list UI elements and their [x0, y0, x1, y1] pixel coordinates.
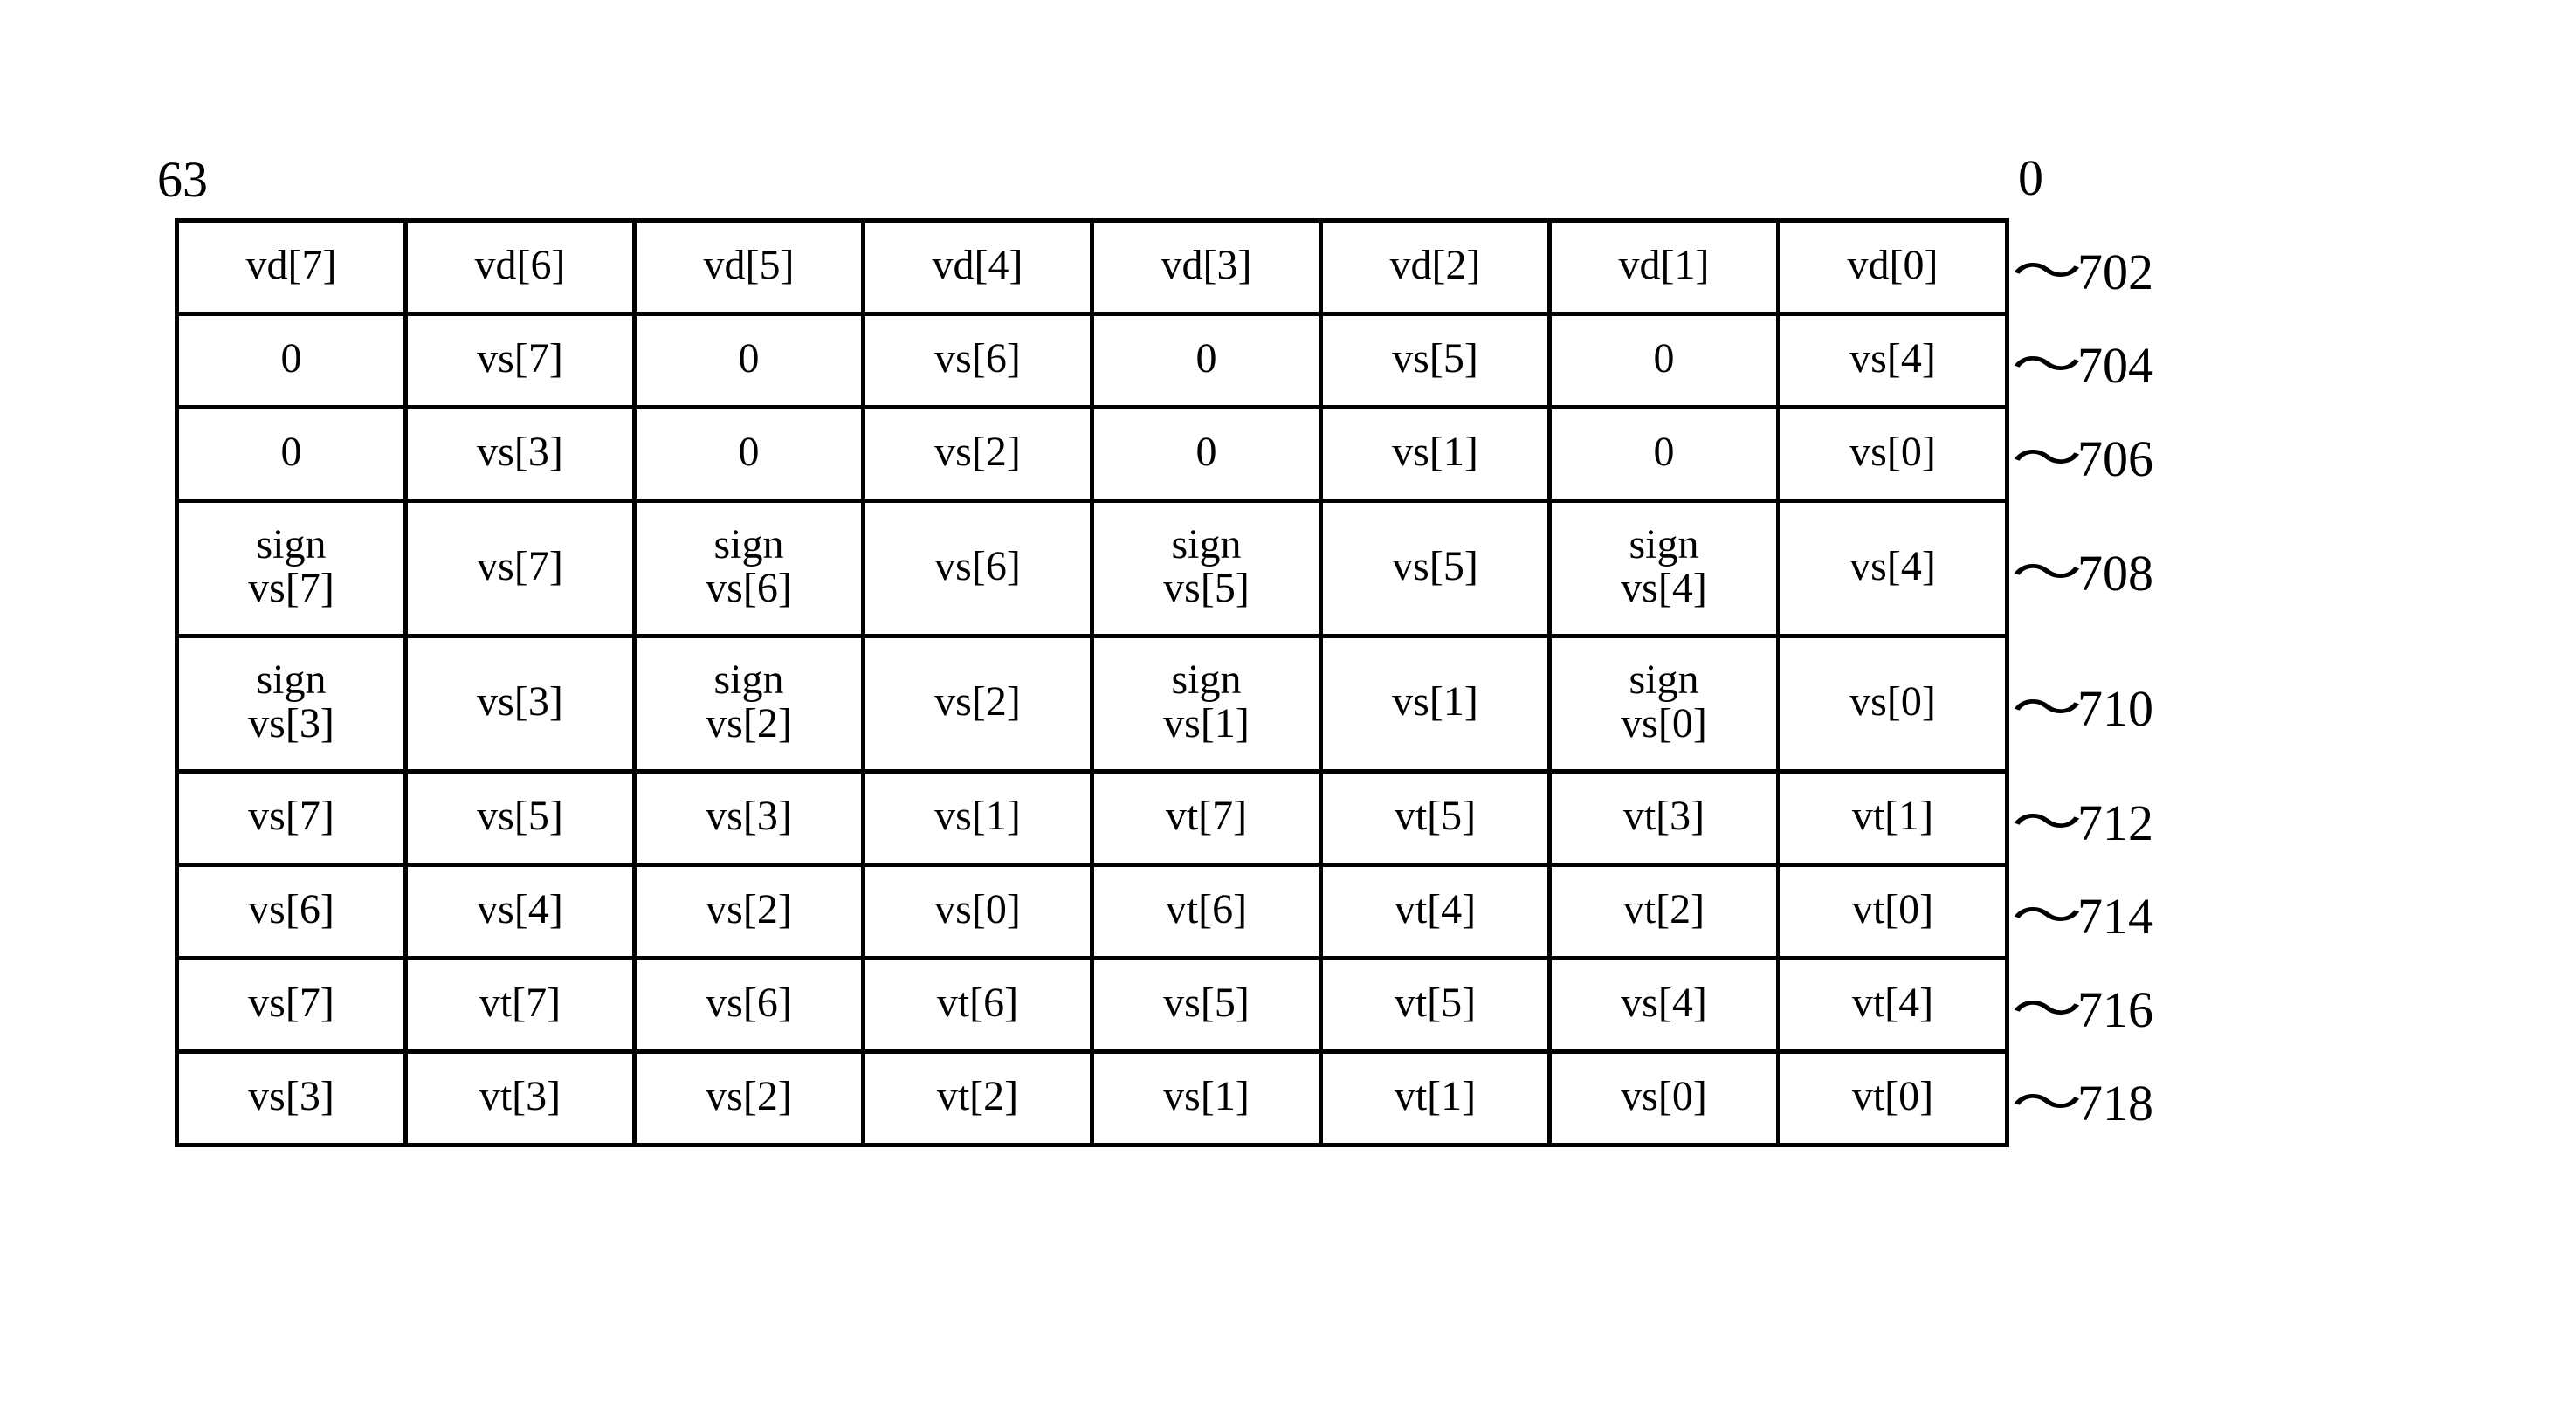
register-cell: vs[4] — [1779, 501, 2008, 636]
register-cell: vs[1] — [1321, 636, 1550, 772]
register-cell: 0 — [635, 408, 864, 501]
table-row: signvs[3]vs[3]signvs[2]vs[2]signvs[1]vs[… — [177, 636, 2208, 772]
register-cell: vs[7] — [177, 959, 406, 1052]
table-row: vs[7]vs[5]vs[3]vs[1]vt[7]vt[5]vt[3]vt[1]… — [177, 772, 2208, 865]
register-cell: vt[5] — [1321, 959, 1550, 1052]
register-cell: vd[4] — [864, 221, 1092, 314]
register-cell: vs[3] — [177, 1052, 406, 1145]
row-ref-label: 〜712 — [2008, 772, 2208, 865]
register-cell: 0 — [177, 408, 406, 501]
register-cell: vs[5] — [1321, 314, 1550, 408]
register-cell: vs[4] — [1550, 959, 1779, 1052]
row-ref-label: 〜710 — [2008, 636, 2208, 772]
bit-index-msb: 63 — [157, 150, 208, 209]
register-cell: signvs[0] — [1550, 636, 1779, 772]
register-cell: vs[7] — [406, 501, 635, 636]
register-cell: vs[3] — [406, 408, 635, 501]
row-ref-label: 〜714 — [2008, 865, 2208, 959]
register-cell: signvs[4] — [1550, 501, 1779, 636]
register-cell: vs[2] — [635, 1052, 864, 1145]
register-cell: vs[4] — [406, 865, 635, 959]
table-row: vs[7]vt[7]vs[6]vt[6]vs[5]vt[5]vs[4]vt[4]… — [177, 959, 2208, 1052]
register-cell: vd[2] — [1321, 221, 1550, 314]
register-cell: vs[7] — [177, 772, 406, 865]
register-cell: vt[6] — [1092, 865, 1321, 959]
register-cell: vt[3] — [1550, 772, 1779, 865]
register-cell: signvs[5] — [1092, 501, 1321, 636]
register-cell: vs[1] — [864, 772, 1092, 865]
register-table: vd[7]vd[6]vd[5]vd[4]vd[3]vd[2]vd[1]vd[0]… — [175, 218, 2210, 1147]
register-cell: vs[2] — [864, 408, 1092, 501]
register-cell: vt[6] — [864, 959, 1092, 1052]
register-cell: vd[7] — [177, 221, 406, 314]
register-cell: vs[6] — [635, 959, 864, 1052]
register-cell: vd[0] — [1779, 221, 2008, 314]
register-cell: signvs[3] — [177, 636, 406, 772]
register-cell: vt[7] — [406, 959, 635, 1052]
register-cell: vd[1] — [1550, 221, 1779, 314]
register-cell: signvs[6] — [635, 501, 864, 636]
row-ref-label: 〜704 — [2008, 314, 2208, 408]
register-cell: vt[4] — [1779, 959, 2008, 1052]
register-cell: signvs[2] — [635, 636, 864, 772]
row-ref-label: 〜716 — [2008, 959, 2208, 1052]
table-row: signvs[7]vs[7]signvs[6]vs[6]signvs[5]vs[… — [177, 501, 2208, 636]
row-ref-label: 〜718 — [2008, 1052, 2208, 1145]
register-cell: vd[5] — [635, 221, 864, 314]
register-cell: signvs[7] — [177, 501, 406, 636]
register-cell: 0 — [177, 314, 406, 408]
register-cell: vs[6] — [864, 314, 1092, 408]
register-cell: vs[6] — [864, 501, 1092, 636]
register-cell: 0 — [1092, 314, 1321, 408]
register-cell: vs[0] — [1779, 408, 2008, 501]
register-cell: vd[3] — [1092, 221, 1321, 314]
register-cell: vd[6] — [406, 221, 635, 314]
table-row: vd[7]vd[6]vd[5]vd[4]vd[3]vd[2]vd[1]vd[0]… — [177, 221, 2208, 314]
register-cell: vs[0] — [1779, 636, 2008, 772]
register-cell: vs[4] — [1779, 314, 2008, 408]
register-cell: vt[1] — [1321, 1052, 1550, 1145]
bit-index-lsb: 0 — [2018, 148, 2043, 207]
register-cell: vt[0] — [1779, 865, 2008, 959]
register-cell: vs[5] — [406, 772, 635, 865]
register-cell: vt[1] — [1779, 772, 2008, 865]
register-cell: vs[3] — [406, 636, 635, 772]
register-diagram: 63 0 vd[7]vd[6]vd[5]vd[4]vd[3]vd[2]vd[1]… — [175, 218, 2218, 1147]
register-cell: vs[1] — [1321, 408, 1550, 501]
row-ref-label: 〜708 — [2008, 501, 2208, 636]
table-row: vs[3]vt[3]vs[2]vt[2]vs[1]vt[1]vs[0]vt[0]… — [177, 1052, 2208, 1145]
register-cell: 0 — [1550, 314, 1779, 408]
register-cell: vt[3] — [406, 1052, 635, 1145]
register-cell: vs[0] — [1550, 1052, 1779, 1145]
register-cell: vt[2] — [1550, 865, 1779, 959]
register-cell: vs[3] — [635, 772, 864, 865]
register-cell: 0 — [635, 314, 864, 408]
register-cell: vs[0] — [864, 865, 1092, 959]
register-cell: vs[6] — [177, 865, 406, 959]
register-cell: vs[2] — [864, 636, 1092, 772]
register-cell: vt[7] — [1092, 772, 1321, 865]
register-cell: vs[5] — [1092, 959, 1321, 1052]
register-cell: vt[5] — [1321, 772, 1550, 865]
register-cell: vs[2] — [635, 865, 864, 959]
register-cell: 0 — [1092, 408, 1321, 501]
register-cell: vs[7] — [406, 314, 635, 408]
register-cell: signvs[1] — [1092, 636, 1321, 772]
register-cell: vt[4] — [1321, 865, 1550, 959]
row-ref-label: 〜706 — [2008, 408, 2208, 501]
register-cell: 0 — [1550, 408, 1779, 501]
table-row: 0vs[3]0vs[2]0vs[1]0vs[0]〜706 — [177, 408, 2208, 501]
register-cell: vs[1] — [1092, 1052, 1321, 1145]
row-ref-label: 〜702 — [2008, 221, 2208, 314]
register-cell: vt[0] — [1779, 1052, 2008, 1145]
register-cell: vt[2] — [864, 1052, 1092, 1145]
register-cell: vs[5] — [1321, 501, 1550, 636]
table-row: vs[6]vs[4]vs[2]vs[0]vt[6]vt[4]vt[2]vt[0]… — [177, 865, 2208, 959]
table-row: 0vs[7]0vs[6]0vs[5]0vs[4]〜704 — [177, 314, 2208, 408]
